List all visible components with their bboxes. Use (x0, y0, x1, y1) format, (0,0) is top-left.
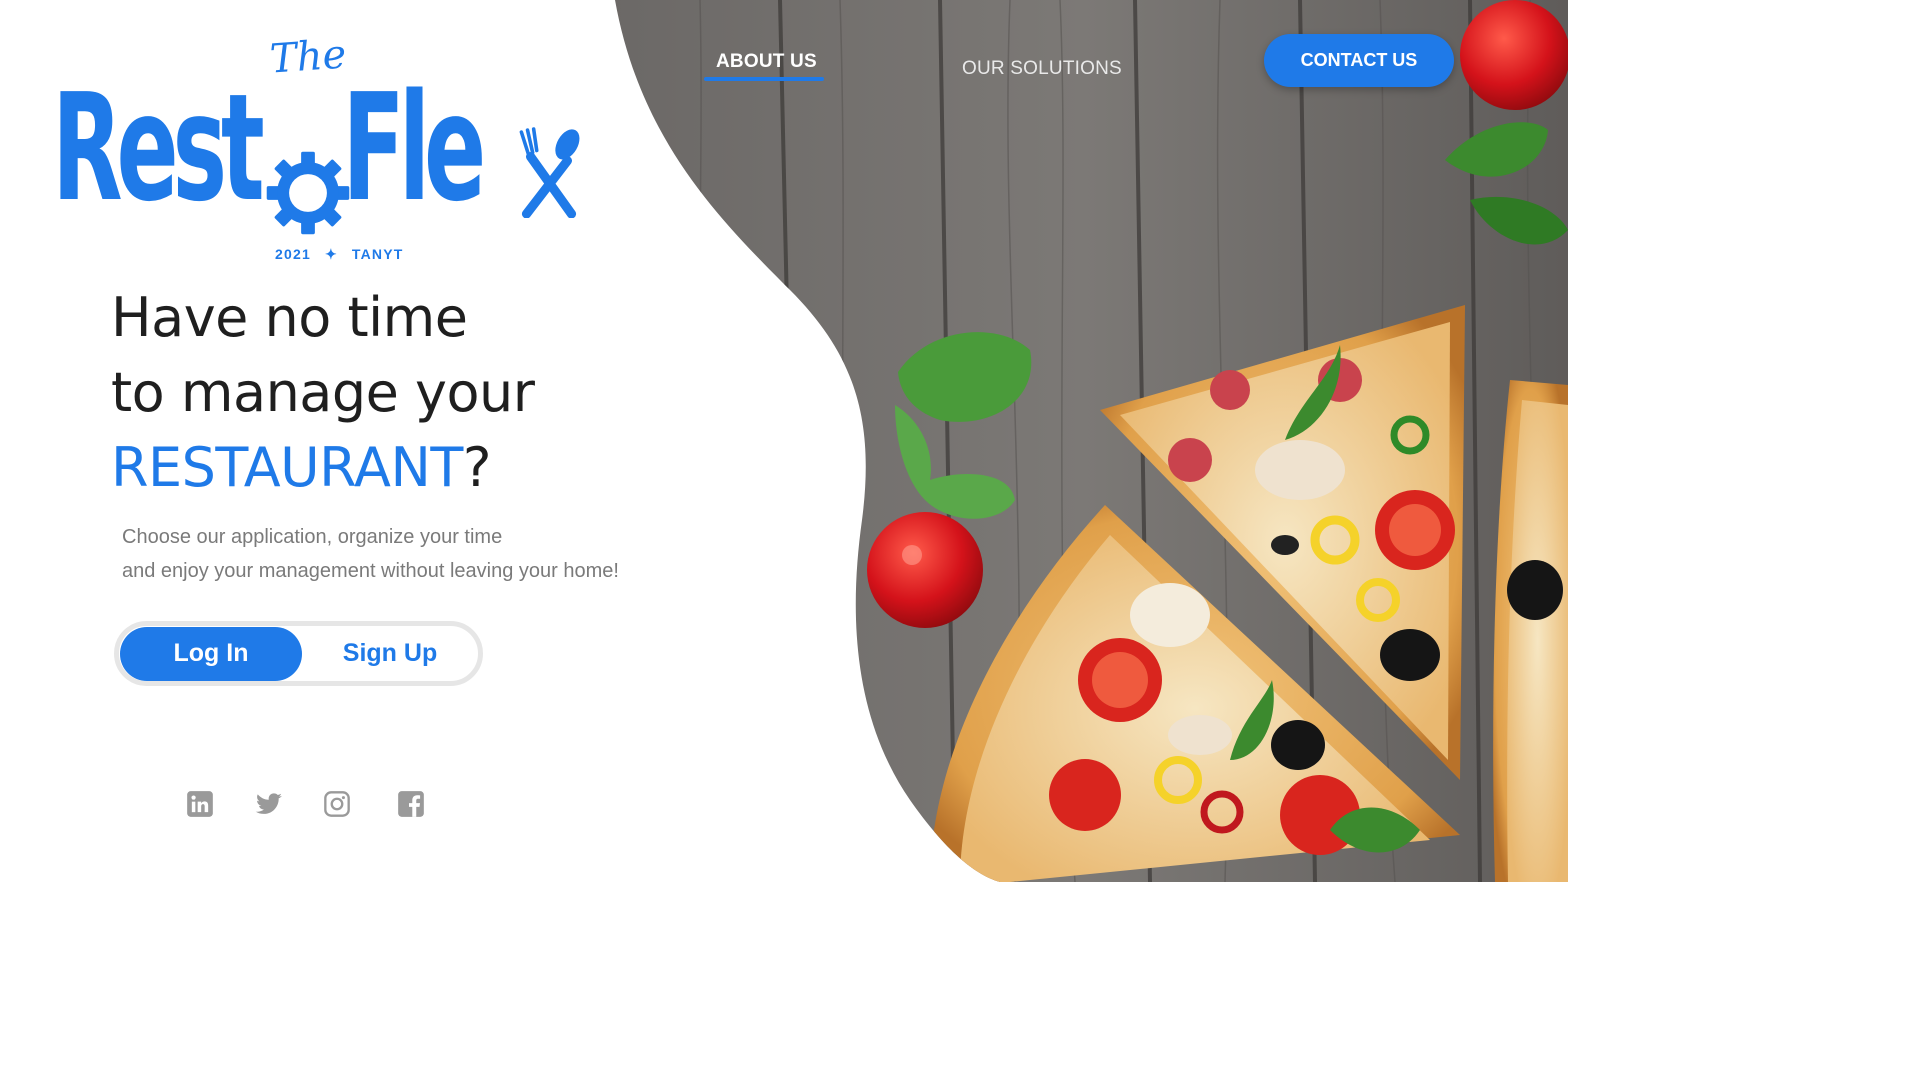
headline-line2: to manage your (111, 361, 535, 424)
signup-button[interactable]: Sign Up (302, 627, 478, 681)
facebook-icon[interactable] (397, 790, 425, 818)
brand-logo[interactable]: The Rest Fle 2021 ✦ TANYT (50, 30, 590, 270)
hero-headline: Have no time to manage your RESTAURANT? (111, 280, 535, 505)
logo-tagline-year: 2021 (275, 246, 311, 262)
logo-tagline-author: TANYT (351, 246, 404, 262)
description-line2: and enjoy your management without leavin… (122, 560, 619, 582)
fork-spoon-icon (519, 127, 580, 218)
headline-accent: RESTAURANT (111, 436, 463, 499)
login-button[interactable]: Log In (120, 626, 302, 681)
headline-line1: Have no time (111, 286, 468, 349)
logo-name-part2: Fle (342, 62, 486, 234)
nav-about-us[interactable]: ABOUT US (716, 51, 817, 73)
twitter-icon[interactable] (255, 790, 283, 818)
nav-active-underline (704, 77, 824, 81)
gear-icon (266, 151, 350, 235)
logo-tagline: 2021 ✦ TANYT (268, 246, 411, 263)
headline-line3: RESTAURANT? (111, 430, 534, 505)
logo-tagline-separator: ✦ (324, 246, 338, 262)
instagram-icon[interactable] (323, 790, 351, 818)
headline-question-mark: ? (462, 436, 492, 499)
logo-name-part1: Rest (52, 62, 265, 234)
hero-description: Choose our application, organize your ti… (122, 520, 619, 588)
nav-our-solutions[interactable]: OUR SOLUTIONS (962, 58, 1122, 80)
description-line1: Choose our application, organize your ti… (122, 526, 503, 548)
auth-toggle: Log In Sign Up (114, 621, 483, 686)
contact-us-button[interactable]: CONTACT US (1264, 34, 1454, 87)
linkedin-icon[interactable] (186, 790, 214, 818)
